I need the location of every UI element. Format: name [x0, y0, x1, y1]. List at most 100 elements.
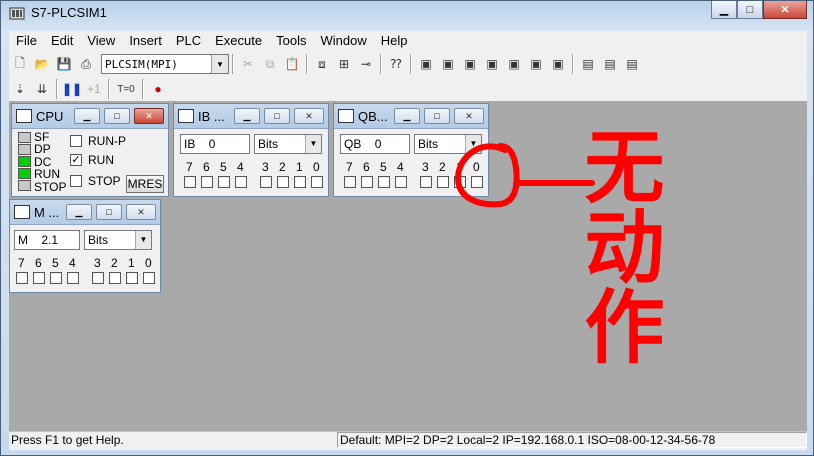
qb-bit-4-checkbox[interactable]	[395, 176, 407, 188]
close-button[interactable]: ✕	[763, 1, 807, 19]
bit-label: 5	[220, 160, 227, 174]
context-help-icon[interactable]: ⁇	[385, 54, 407, 74]
m-panel-titlebar[interactable]: M ... ▁ □ ✕	[10, 200, 160, 225]
ib-bit-0-checkbox[interactable]	[311, 176, 323, 188]
qb-panel-titlebar[interactable]: QB... ▁ □ ✕	[334, 104, 488, 129]
menu-plc[interactable]: PLC	[169, 31, 208, 51]
m-bit-1-checkbox[interactable]	[126, 272, 138, 284]
close-button[interactable]: ✕	[454, 108, 484, 124]
m-bit-0-checkbox[interactable]	[143, 272, 155, 284]
print-icon[interactable]: ⎙	[75, 54, 97, 74]
qb-format-select[interactable]: Bits ▼	[414, 134, 482, 154]
qb-bit-1-checkbox[interactable]	[454, 176, 466, 188]
minimize-button[interactable]: ▁	[74, 108, 100, 124]
stop-checkbox[interactable]	[70, 175, 82, 187]
minimize-button[interactable]: ▁	[66, 204, 92, 220]
open-icon[interactable]: 📂	[31, 54, 53, 74]
title-bar[interactable]: S7-PLCSIM1 ▁ □ ✕	[1, 1, 813, 27]
minimize-button[interactable]: ▁	[711, 1, 737, 19]
mres-button[interactable]: MRES	[126, 175, 164, 193]
save-icon[interactable]: 💾	[53, 54, 75, 74]
pin-icon[interactable]: ⊸	[355, 54, 377, 74]
ib-bit-1-checkbox[interactable]	[294, 176, 306, 188]
bit-label: 2	[111, 256, 118, 270]
insert-input-icon[interactable]: ▣	[415, 54, 437, 74]
run-checkbox[interactable]: ✓	[70, 154, 82, 166]
maximize-button[interactable]: □	[104, 108, 130, 124]
insert-accumulator-icon[interactable]: ▤	[599, 54, 621, 74]
pause-icon[interactable]: ❚❚	[61, 79, 83, 99]
copy-icon[interactable]: ⧉	[259, 54, 281, 74]
ib-bit-2-checkbox[interactable]	[277, 176, 289, 188]
insert-counter-icon[interactable]: ▣	[503, 54, 525, 74]
bit-label: 5	[52, 256, 59, 270]
cpu-panel-titlebar[interactable]: CPU ▁ □ ✕	[12, 104, 168, 129]
ib-format-select[interactable]: Bits ▼	[254, 134, 322, 154]
access-node-combo[interactable]: PLCSIM(MPI) ▼	[101, 54, 229, 74]
menu-help[interactable]: Help	[374, 31, 415, 51]
continuous-scan-icon[interactable]: ⇊	[31, 79, 53, 99]
qb-bit-7-checkbox[interactable]	[344, 176, 356, 188]
maximize-button[interactable]: □	[424, 108, 450, 124]
menu-edit[interactable]: Edit	[44, 31, 80, 51]
m-address-input[interactable]: M 2.1	[14, 230, 80, 250]
m-bit-7-checkbox[interactable]	[16, 272, 28, 284]
m-bit-2-checkbox[interactable]	[109, 272, 121, 284]
ib-panel-titlebar[interactable]: IB ... ▁ □ ✕	[174, 104, 328, 129]
run-p-label: RUN-P	[88, 134, 126, 148]
ib-address-input[interactable]: IB 0	[180, 134, 250, 154]
minimize-button[interactable]: ▁	[234, 108, 260, 124]
m-format-select[interactable]: Bits ▼	[84, 230, 152, 250]
bit-label: 6	[363, 160, 370, 174]
m-bit-5-checkbox[interactable]	[50, 272, 62, 284]
ib-bit-4-checkbox[interactable]	[235, 176, 247, 188]
m-bit-6-checkbox[interactable]	[33, 272, 45, 284]
insert-block-register-icon[interactable]: ▤	[621, 54, 643, 74]
next-scan-button[interactable]: +1	[83, 79, 105, 99]
m-bit-4-checkbox[interactable]	[67, 272, 79, 284]
mdi-workspace: CPU ▁ □ ✕ SF DP DC RUN STOP RUN-P ✓ RUN …	[9, 101, 807, 431]
ib-bit-6-checkbox[interactable]	[201, 176, 213, 188]
insert-generic-icon[interactable]: ▣	[525, 54, 547, 74]
close-button[interactable]: ✕	[126, 204, 156, 220]
minimize-button[interactable]: ▁	[394, 108, 420, 124]
clear-timers-button[interactable]: T=0	[113, 79, 139, 99]
ib-bit-3-checkbox[interactable]	[260, 176, 272, 188]
qb-bit-3-checkbox[interactable]	[420, 176, 432, 188]
insert-bit-memory-icon[interactable]: ▣	[459, 54, 481, 74]
help-hint: Press F1 to get Help.	[11, 433, 124, 447]
close-button[interactable]: ✕	[134, 108, 164, 124]
insert-stack-icon[interactable]: ▤	[577, 54, 599, 74]
menu-tools[interactable]: Tools	[269, 31, 313, 51]
insert-timer-icon[interactable]: ▣	[481, 54, 503, 74]
close-button[interactable]: ✕	[294, 108, 324, 124]
ib-bit-5-checkbox[interactable]	[218, 176, 230, 188]
menu-view[interactable]: View	[80, 31, 122, 51]
maximize-button[interactable]: □	[96, 204, 122, 220]
qb-bit-6-checkbox[interactable]	[361, 176, 373, 188]
ib-bit-7-checkbox[interactable]	[184, 176, 196, 188]
paste-icon[interactable]: 📋	[281, 54, 303, 74]
run-p-checkbox[interactable]	[70, 135, 82, 147]
cut-icon[interactable]: ✂	[237, 54, 259, 74]
menu-insert[interactable]: Insert	[122, 31, 169, 51]
single-scan-icon[interactable]: ⇣	[9, 79, 31, 99]
qb-address-input[interactable]: QB 0	[340, 134, 410, 154]
qb-bit-0-checkbox[interactable]	[471, 176, 483, 188]
insert-vertical-bits-icon[interactable]: ▣	[547, 54, 569, 74]
maximize-button[interactable]: □	[737, 1, 763, 19]
menu-window[interactable]: Window	[313, 31, 373, 51]
cascade-icon[interactable]: ⧈	[311, 54, 333, 74]
menu-execute[interactable]: Execute	[208, 31, 269, 51]
menu-file[interactable]: File	[9, 31, 44, 51]
tile-icon[interactable]: ⊞	[333, 54, 355, 74]
qb-bit-5-checkbox[interactable]	[378, 176, 390, 188]
insert-output-icon[interactable]: ▣	[437, 54, 459, 74]
maximize-button[interactable]: □	[264, 108, 290, 124]
record-playback-icon[interactable]: ●	[147, 79, 169, 99]
bit-label: 1	[296, 160, 303, 174]
m-bit-3-checkbox[interactable]	[92, 272, 104, 284]
new-icon[interactable]: 🗋	[9, 54, 31, 74]
window-title: S7-PLCSIM1	[31, 5, 107, 20]
qb-bit-2-checkbox[interactable]	[437, 176, 449, 188]
